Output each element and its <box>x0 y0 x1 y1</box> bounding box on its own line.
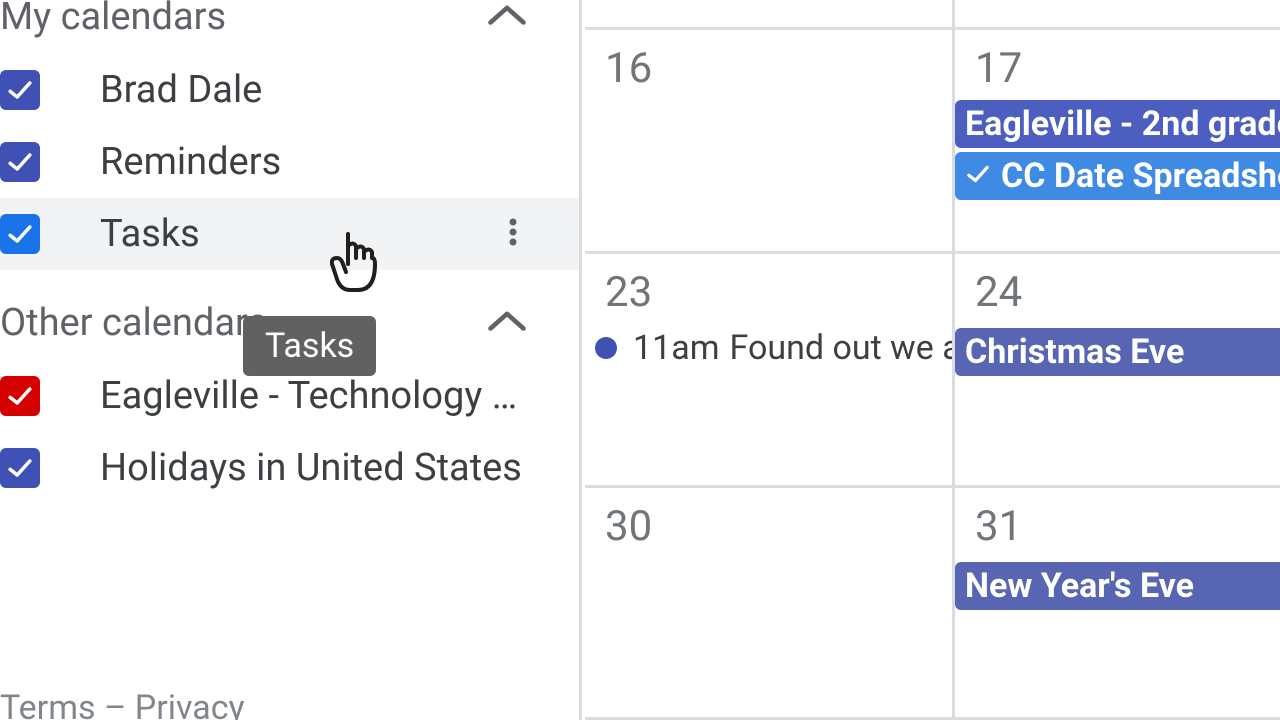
event-christmas-eve[interactable]: Christmas Eve <box>955 328 1280 376</box>
calendar-cell[interactable]: 16 <box>585 30 955 251</box>
event-label: Eagleville - 2nd grade <box>965 104 1280 144</box>
calendar-label: Tasks <box>100 212 200 256</box>
checkbox-icon[interactable] <box>0 70 40 110</box>
chevron-up-icon[interactable] <box>485 0 529 39</box>
event-cc-date-spreadsheet[interactable]: CC Date Spreadsheet <box>955 152 1280 200</box>
dot-icon <box>595 337 617 359</box>
checkbox-icon[interactable] <box>0 448 40 488</box>
event-label: Christmas Eve <box>965 332 1184 372</box>
other-calendars-title: Other calendars <box>0 301 267 345</box>
event-eagleville-2nd[interactable]: Eagleville - 2nd grade <box>955 100 1280 148</box>
calendar-item-holidays-us[interactable]: Holidays in United States <box>0 432 579 504</box>
checkbox-icon[interactable] <box>0 214 40 254</box>
calendar-item-tasks[interactable]: Tasks <box>0 198 579 270</box>
calendar-cell[interactable]: 23 11am Found out we are <box>585 254 955 485</box>
check-icon <box>965 156 991 196</box>
calendar-cell[interactable]: 17 Eagleville - 2nd grade CC Date Spread… <box>955 30 1280 251</box>
day-number: 17 <box>975 44 1022 93</box>
calendar-cell[interactable]: 30 <box>585 488 955 717</box>
my-calendars-list: Brad Dale Reminders Tasks <box>0 44 579 270</box>
event-found-out[interactable]: 11am Found out we are <box>595 328 952 368</box>
checkbox-icon[interactable] <box>0 376 40 416</box>
event-new-years-eve[interactable]: New Year's Eve <box>955 562 1280 610</box>
calendar-label: Eagleville - Technology 2017 <box>100 374 529 418</box>
calendar-item-brad-dale[interactable]: Brad Dale <box>0 54 579 126</box>
privacy-link[interactable]: Privacy <box>135 688 245 720</box>
calendar-label: Holidays in United States <box>100 446 522 490</box>
calendar-cell[interactable]: 31 New Year's Eve <box>955 488 1280 717</box>
calendar-label: Reminders <box>100 140 281 184</box>
terms-link[interactable]: Terms <box>0 688 96 720</box>
checkbox-icon[interactable] <box>0 142 40 182</box>
event-label: New Year's Eve <box>965 566 1194 606</box>
my-calendars-title: My calendars <box>0 0 226 39</box>
day-number: 31 <box>975 502 1022 551</box>
day-number: 30 <box>605 502 652 551</box>
calendar-cell[interactable]: 24 Christmas Eve <box>955 254 1280 485</box>
calendar-item-reminders[interactable]: Reminders <box>0 126 579 198</box>
event-title: Found out we are <box>730 328 952 368</box>
chevron-up-icon[interactable] <box>485 301 529 345</box>
day-number: 24 <box>975 268 1022 317</box>
event-label: CC Date Spreadsheet <box>1001 156 1280 196</box>
footer-links: Terms – Privacy <box>0 688 245 720</box>
my-calendars-header[interactable]: My calendars <box>0 0 579 44</box>
tooltip: Tasks <box>243 316 376 376</box>
day-number: 16 <box>605 44 652 93</box>
calendar-label: Brad Dale <box>100 68 262 112</box>
event-time: 11am <box>633 328 720 368</box>
kebab-menu-icon[interactable] <box>497 216 529 252</box>
day-number: 23 <box>605 268 652 317</box>
